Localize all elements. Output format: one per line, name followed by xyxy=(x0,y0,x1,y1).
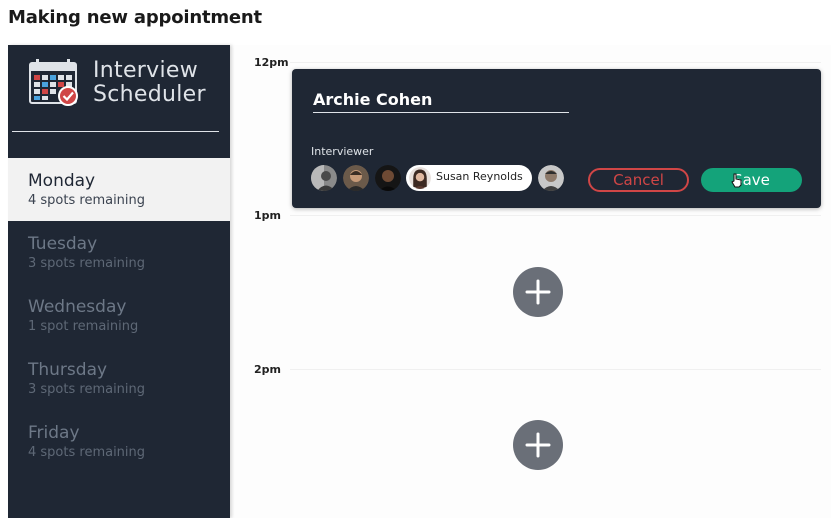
interviewer-item-selected[interactable]: Susan Reynolds xyxy=(406,165,532,191)
appointment-form: Interviewer xyxy=(292,69,821,208)
day-spots: 3 spots remaining xyxy=(28,256,146,271)
time-label-12pm: 12pm xyxy=(254,56,289,69)
day-spots: 1 spot remaining xyxy=(28,319,139,334)
schedule: 12pm 1pm 2pm Interviewer xyxy=(230,45,831,518)
logo-text: Interview Scheduler xyxy=(93,59,206,107)
avatar xyxy=(375,165,401,191)
save-button[interactable]: Save xyxy=(701,168,802,192)
day-item-wednesday[interactable]: Wednesday 1 spot remaining xyxy=(8,284,230,347)
day-name: Thursday xyxy=(28,360,108,380)
logo-line-2: Scheduler xyxy=(93,82,206,107)
day-name: Wednesday xyxy=(28,297,127,317)
avatar xyxy=(343,165,369,191)
page-title: Making new appointment xyxy=(8,7,262,28)
day-spots: 4 spots remaining xyxy=(28,193,146,208)
sidebar: Interview Scheduler Monday 4 spots remai… xyxy=(8,45,230,518)
day-spots: 4 spots remaining xyxy=(28,445,146,460)
avatar xyxy=(311,165,337,191)
cancel-button[interactable]: Cancel xyxy=(588,168,689,192)
calendar-icon xyxy=(29,59,78,106)
logo: Interview Scheduler xyxy=(28,57,218,117)
interviewer-name: Susan Reynolds xyxy=(436,170,523,183)
day-item-monday[interactable]: Monday 4 spots remaining xyxy=(8,158,230,221)
time-label-2pm: 2pm xyxy=(254,363,281,376)
logo-line-1: Interview xyxy=(93,58,198,83)
day-item-thursday[interactable]: Thursday 3 spots remaining xyxy=(8,347,230,410)
day-name: Monday xyxy=(28,171,96,191)
avatar xyxy=(538,165,564,191)
student-name-input[interactable] xyxy=(313,88,569,113)
add-appointment-button[interactable] xyxy=(513,420,563,470)
add-appointment-button[interactable] xyxy=(513,267,563,317)
day-spots: 3 spots remaining xyxy=(28,382,146,397)
plus-icon xyxy=(525,279,551,305)
day-name: Tuesday xyxy=(28,234,98,254)
day-item-friday[interactable]: Friday 4 spots remaining xyxy=(8,410,230,473)
hour-line xyxy=(290,62,821,63)
time-label-1pm: 1pm xyxy=(254,209,281,222)
hand-cursor-icon xyxy=(731,173,742,188)
day-name: Friday xyxy=(28,423,80,443)
hour-line xyxy=(290,215,821,216)
sidebar-divider xyxy=(12,131,219,132)
hour-line xyxy=(290,369,821,370)
avatar xyxy=(409,167,431,189)
day-item-tuesday[interactable]: Tuesday 3 spots remaining xyxy=(8,221,230,284)
app-container: Interview Scheduler Monday 4 spots remai… xyxy=(8,45,831,518)
interviewer-label: Interviewer xyxy=(311,145,374,158)
day-list: Monday 4 spots remaining Tuesday 3 spots… xyxy=(8,158,230,473)
plus-icon xyxy=(525,432,551,458)
